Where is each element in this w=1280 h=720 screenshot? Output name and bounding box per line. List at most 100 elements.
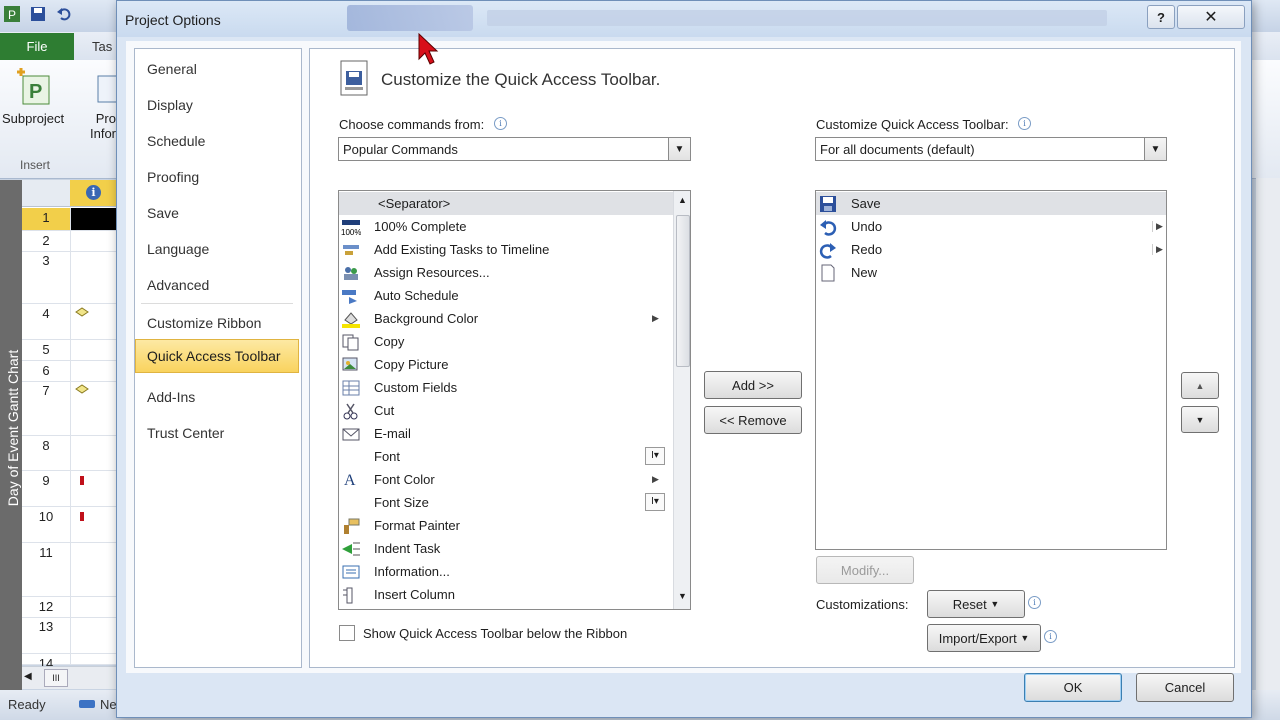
subproject-icon: P [17, 68, 50, 105]
show-below-ribbon-checkbox[interactable] [339, 625, 355, 641]
nav-item-schedule[interactable]: Schedule [147, 133, 205, 149]
row-number[interactable]: 10 [22, 507, 70, 543]
command-item[interactable]: Insert Column [339, 583, 673, 606]
command-item[interactable]: Format Painter [339, 514, 673, 537]
ok-button[interactable]: OK [1024, 673, 1122, 702]
command-item[interactable]: Copy [339, 330, 673, 353]
command-item[interactable]: <Separator> [339, 192, 673, 215]
command-item[interactable]: 100% 100% Complete [339, 215, 673, 238]
command-item[interactable]: Auto Schedule [339, 284, 673, 307]
toolbar-item-label: Undo [851, 219, 883, 234]
row-indicator-cell [70, 231, 117, 252]
svg-text:P: P [8, 8, 16, 22]
row-number[interactable]: 4 [22, 304, 70, 340]
save-icon[interactable] [28, 4, 48, 24]
new-document-icon [818, 264, 838, 282]
command-item[interactable]: Custom Fields [339, 376, 673, 399]
command-item[interactable]: Add Existing Tasks to Timeline [339, 238, 673, 261]
status-new-tasks[interactable]: Ne [78, 697, 117, 714]
remove-button[interactable]: << Remove [704, 406, 802, 434]
insert-group-label: Insert [20, 158, 51, 172]
cancel-button[interactable]: Cancel [1136, 673, 1234, 702]
toolbar-item[interactable]: Undo ▶ [816, 215, 1166, 238]
nav-item-general[interactable]: General [147, 61, 197, 77]
toolbar-item[interactable]: New [816, 261, 1166, 284]
commands-list-scrollbar[interactable]: ▲ ▼ [673, 191, 690, 609]
command-label: Copy Picture [374, 357, 449, 372]
nav-item-display[interactable]: Display [147, 97, 193, 113]
command-item[interactable]: Background Color ▶ [339, 307, 673, 330]
command-item[interactable]: Copy Picture [339, 353, 673, 376]
import-export-button[interactable]: Import/Export ▼ [927, 624, 1041, 652]
command-label: <Separator> [378, 196, 451, 211]
command-label: Custom Fields [374, 380, 458, 395]
copy-icon [341, 333, 361, 351]
row-indicator-cell [70, 507, 117, 543]
move-up-button[interactable]: ▲ [1181, 372, 1219, 399]
nav-item-proofing[interactable]: Proofing [147, 169, 199, 185]
subproject-button[interactable]: P Subproject [2, 68, 64, 126]
choose-commands-info-icon[interactable]: i [494, 117, 507, 130]
chevron-down-icon[interactable]: ▼ [668, 138, 690, 160]
toolbar-item[interactable]: Save [816, 192, 1166, 215]
command-item[interactable]: Information... [339, 560, 673, 583]
row-number[interactable]: 7 [22, 381, 70, 436]
toolbar-commands-list[interactable]: Save Undo ▶ Redo ▶ New [815, 190, 1167, 550]
customizations-label: Customizations: [816, 597, 909, 612]
reset-label: Reset [952, 596, 987, 612]
chevron-down-icon[interactable]: ▼ [1144, 138, 1166, 160]
row-number[interactable]: 8 [22, 436, 70, 471]
nav-item-customize-ribbon[interactable]: Customize Ribbon [147, 315, 261, 331]
task-grid-scrollbar[interactable]: ◀ III [22, 666, 116, 689]
mouse-cursor-icon [418, 32, 440, 70]
row-number[interactable]: 6 [22, 361, 70, 382]
reset-button[interactable]: Reset ▼ [927, 590, 1025, 618]
scroll-up-icon[interactable]: ▲ [678, 195, 687, 205]
nav-item-quick-access-toolbar[interactable]: Quick Access Toolbar [135, 339, 299, 373]
percent-complete-icon: 100% [341, 218, 361, 236]
show-below-ribbon-label[interactable]: Show Quick Access Toolbar below the Ribb… [363, 626, 627, 641]
nav-item-add-ins[interactable]: Add-Ins [147, 389, 195, 405]
command-item[interactable]: Font I▾ [339, 445, 673, 468]
move-down-button[interactable]: ▼ [1181, 406, 1219, 433]
scroll-down-icon[interactable]: ▼ [678, 591, 687, 601]
row-number[interactable]: 11 [22, 543, 70, 597]
font-color-icon: A [341, 471, 361, 489]
row-number[interactable]: 1 [22, 208, 70, 231]
format-painter-icon [341, 517, 361, 535]
undo-icon[interactable] [54, 4, 74, 24]
choose-commands-select[interactable]: Popular Commands ▼ [338, 137, 691, 161]
close-button[interactable]: ✕ [1177, 5, 1245, 29]
row-number[interactable]: 5 [22, 340, 70, 361]
add-button[interactable]: Add >> [704, 371, 802, 399]
command-item[interactable]: Font Size I▾ [339, 491, 673, 514]
commands-list[interactable]: <Separator> 100% 100% Complete Add Existing… [338, 190, 691, 610]
nav-item-save[interactable]: Save [147, 205, 179, 221]
toolbar-item[interactable]: Redo ▶ [816, 238, 1166, 261]
task-tab[interactable]: Tas [92, 39, 112, 54]
command-item[interactable]: A Font Color ▶ [339, 468, 673, 491]
nav-item-language[interactable]: Language [147, 241, 209, 257]
project-information-button[interactable]: Pro Infor [84, 68, 116, 141]
main-vertical-scrollbar[interactable] [1256, 178, 1280, 690]
command-item[interactable]: Cut [339, 399, 673, 422]
nav-item-advanced[interactable]: Advanced [147, 277, 209, 293]
customize-toolbar-select[interactable]: For all documents (default) ▼ [815, 137, 1167, 161]
row-number[interactable]: 3 [22, 251, 70, 304]
modify-button[interactable]: Modify... [816, 556, 914, 584]
row-number[interactable]: 12 [22, 597, 70, 618]
command-item[interactable]: E-mail [339, 422, 673, 445]
row-number[interactable]: 14 [22, 654, 70, 671]
row-number[interactable]: 9 [22, 471, 70, 507]
command-item[interactable]: Assign Resources... [339, 261, 673, 284]
help-button[interactable]: ? [1147, 5, 1175, 29]
command-item[interactable]: Indent Task [339, 537, 673, 560]
import-export-info-icon[interactable]: i [1044, 630, 1057, 643]
file-tab[interactable]: File [0, 33, 74, 60]
reset-info-icon[interactable]: i [1028, 596, 1041, 609]
nav-item-trust-center[interactable]: Trust Center [147, 425, 224, 441]
row-number[interactable]: 2 [22, 231, 70, 252]
row-number[interactable]: 13 [22, 617, 70, 654]
scroll-thumb[interactable] [676, 215, 690, 367]
customize-toolbar-info-icon[interactable]: i [1018, 117, 1031, 130]
